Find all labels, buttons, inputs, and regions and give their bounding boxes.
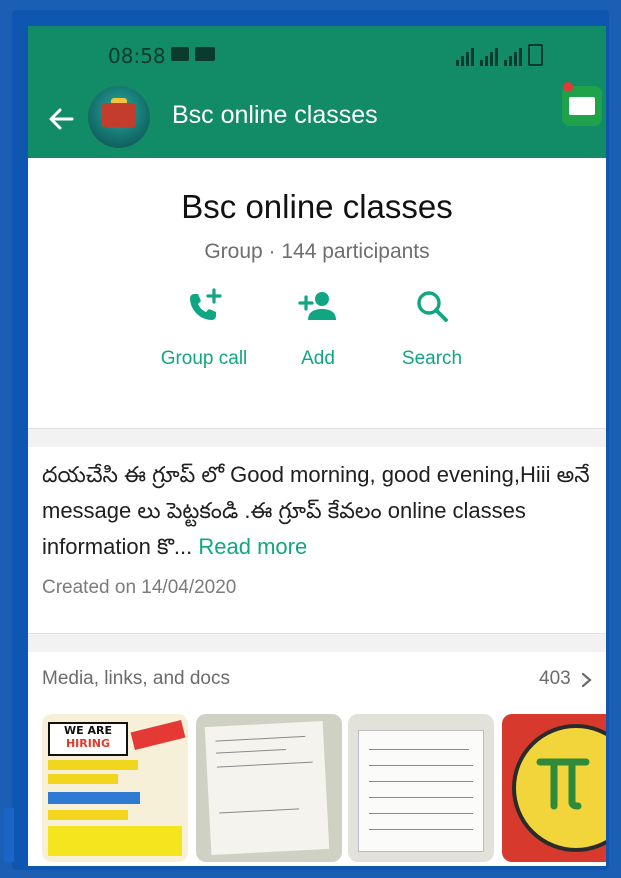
- hiring-line-1: WE ARE: [64, 724, 112, 737]
- search-button[interactable]: Search: [372, 286, 492, 370]
- description-text: దయచేసి ఈ గ్రూప్ లో Good morning, good ev…: [42, 462, 590, 559]
- status-bar: 08:58: [28, 26, 606, 82]
- gallery-notification-icon: [171, 47, 189, 61]
- signal-strength-icon: [480, 48, 498, 66]
- group-call-label: Group call: [160, 348, 248, 369]
- media-count[interactable]: 403: [539, 668, 571, 690]
- group-call-button[interactable]: Group call: [144, 286, 264, 370]
- section-divider: [28, 634, 606, 652]
- app-bar: 08:58 Bsc online classes: [28, 26, 606, 158]
- group-name: Bsc online classes: [181, 188, 453, 225]
- poster-row: [48, 810, 128, 820]
- media-section[interactable]: Media, links, and docs 403 WE ARE HIRING: [28, 652, 606, 866]
- signal-strength-icon: [504, 48, 522, 66]
- search-label: Search: [401, 348, 463, 369]
- group-actions: Group call Add Search: [28, 286, 606, 396]
- book-app-icon[interactable]: [562, 86, 602, 126]
- back-button[interactable]: [46, 104, 76, 134]
- notification-dot-icon: [563, 82, 573, 92]
- group-description: దయచేసి ఈ గ్రూప్ లో Good morning, good ev…: [42, 457, 602, 565]
- pi-symbol-icon: [536, 758, 590, 810]
- group-info-header: Bsc online classes Group · 144 participa…: [28, 158, 606, 429]
- media-thumbnail[interactable]: [348, 714, 494, 862]
- hiring-banner: WE ARE HIRING: [48, 722, 128, 756]
- media-thumbnail[interactable]: [502, 714, 606, 862]
- avatar-logo: [102, 103, 136, 127]
- book-notification-icon: [195, 47, 215, 61]
- phone-screen: 08:58 Bsc online classes Bsc online clas…: [28, 26, 606, 866]
- arrow-left-icon: [49, 108, 74, 130]
- media-thumbnail[interactable]: WE ARE HIRING: [42, 714, 188, 862]
- group-avatar[interactable]: [88, 86, 150, 148]
- chevron-right-icon: [581, 672, 592, 688]
- signal-strength-icon: [456, 48, 474, 66]
- media-title[interactable]: Media, links, and docs: [42, 668, 230, 690]
- book-page: [569, 97, 595, 115]
- add-call-icon: [190, 288, 222, 320]
- media-thumbnail[interactable]: [196, 714, 342, 862]
- poster-row: [48, 792, 140, 804]
- group-description-section[interactable]: దయచేసి ఈ గ్రూప్ లో Good morning, good ev…: [28, 447, 606, 634]
- add-person-icon: [298, 292, 336, 320]
- document-paper: [204, 720, 330, 856]
- group-participants: Group · 144 participants: [204, 240, 430, 263]
- section-divider: [28, 429, 606, 447]
- media-thumbnails: WE ARE HIRING: [42, 714, 606, 862]
- search-icon: [417, 291, 448, 322]
- app-bar-title[interactable]: Bsc online classes: [172, 101, 378, 130]
- read-more-link[interactable]: Read more: [198, 534, 307, 559]
- edge-marker: [4, 808, 14, 862]
- poster-row: [48, 760, 138, 770]
- wanted-ribbon: [130, 719, 186, 751]
- signal-indicators: [456, 44, 543, 66]
- document-table: [358, 730, 484, 852]
- hiring-line-2: HIRING: [65, 737, 111, 750]
- add-participant-button[interactable]: Add: [258, 286, 378, 370]
- status-time: 08:58: [108, 44, 166, 68]
- poster-footer: [48, 826, 182, 856]
- created-date: Created on 14/04/2020: [42, 577, 237, 598]
- battery-icon: [528, 44, 543, 66]
- poster-row: [48, 774, 118, 784]
- add-label: Add: [301, 348, 335, 369]
